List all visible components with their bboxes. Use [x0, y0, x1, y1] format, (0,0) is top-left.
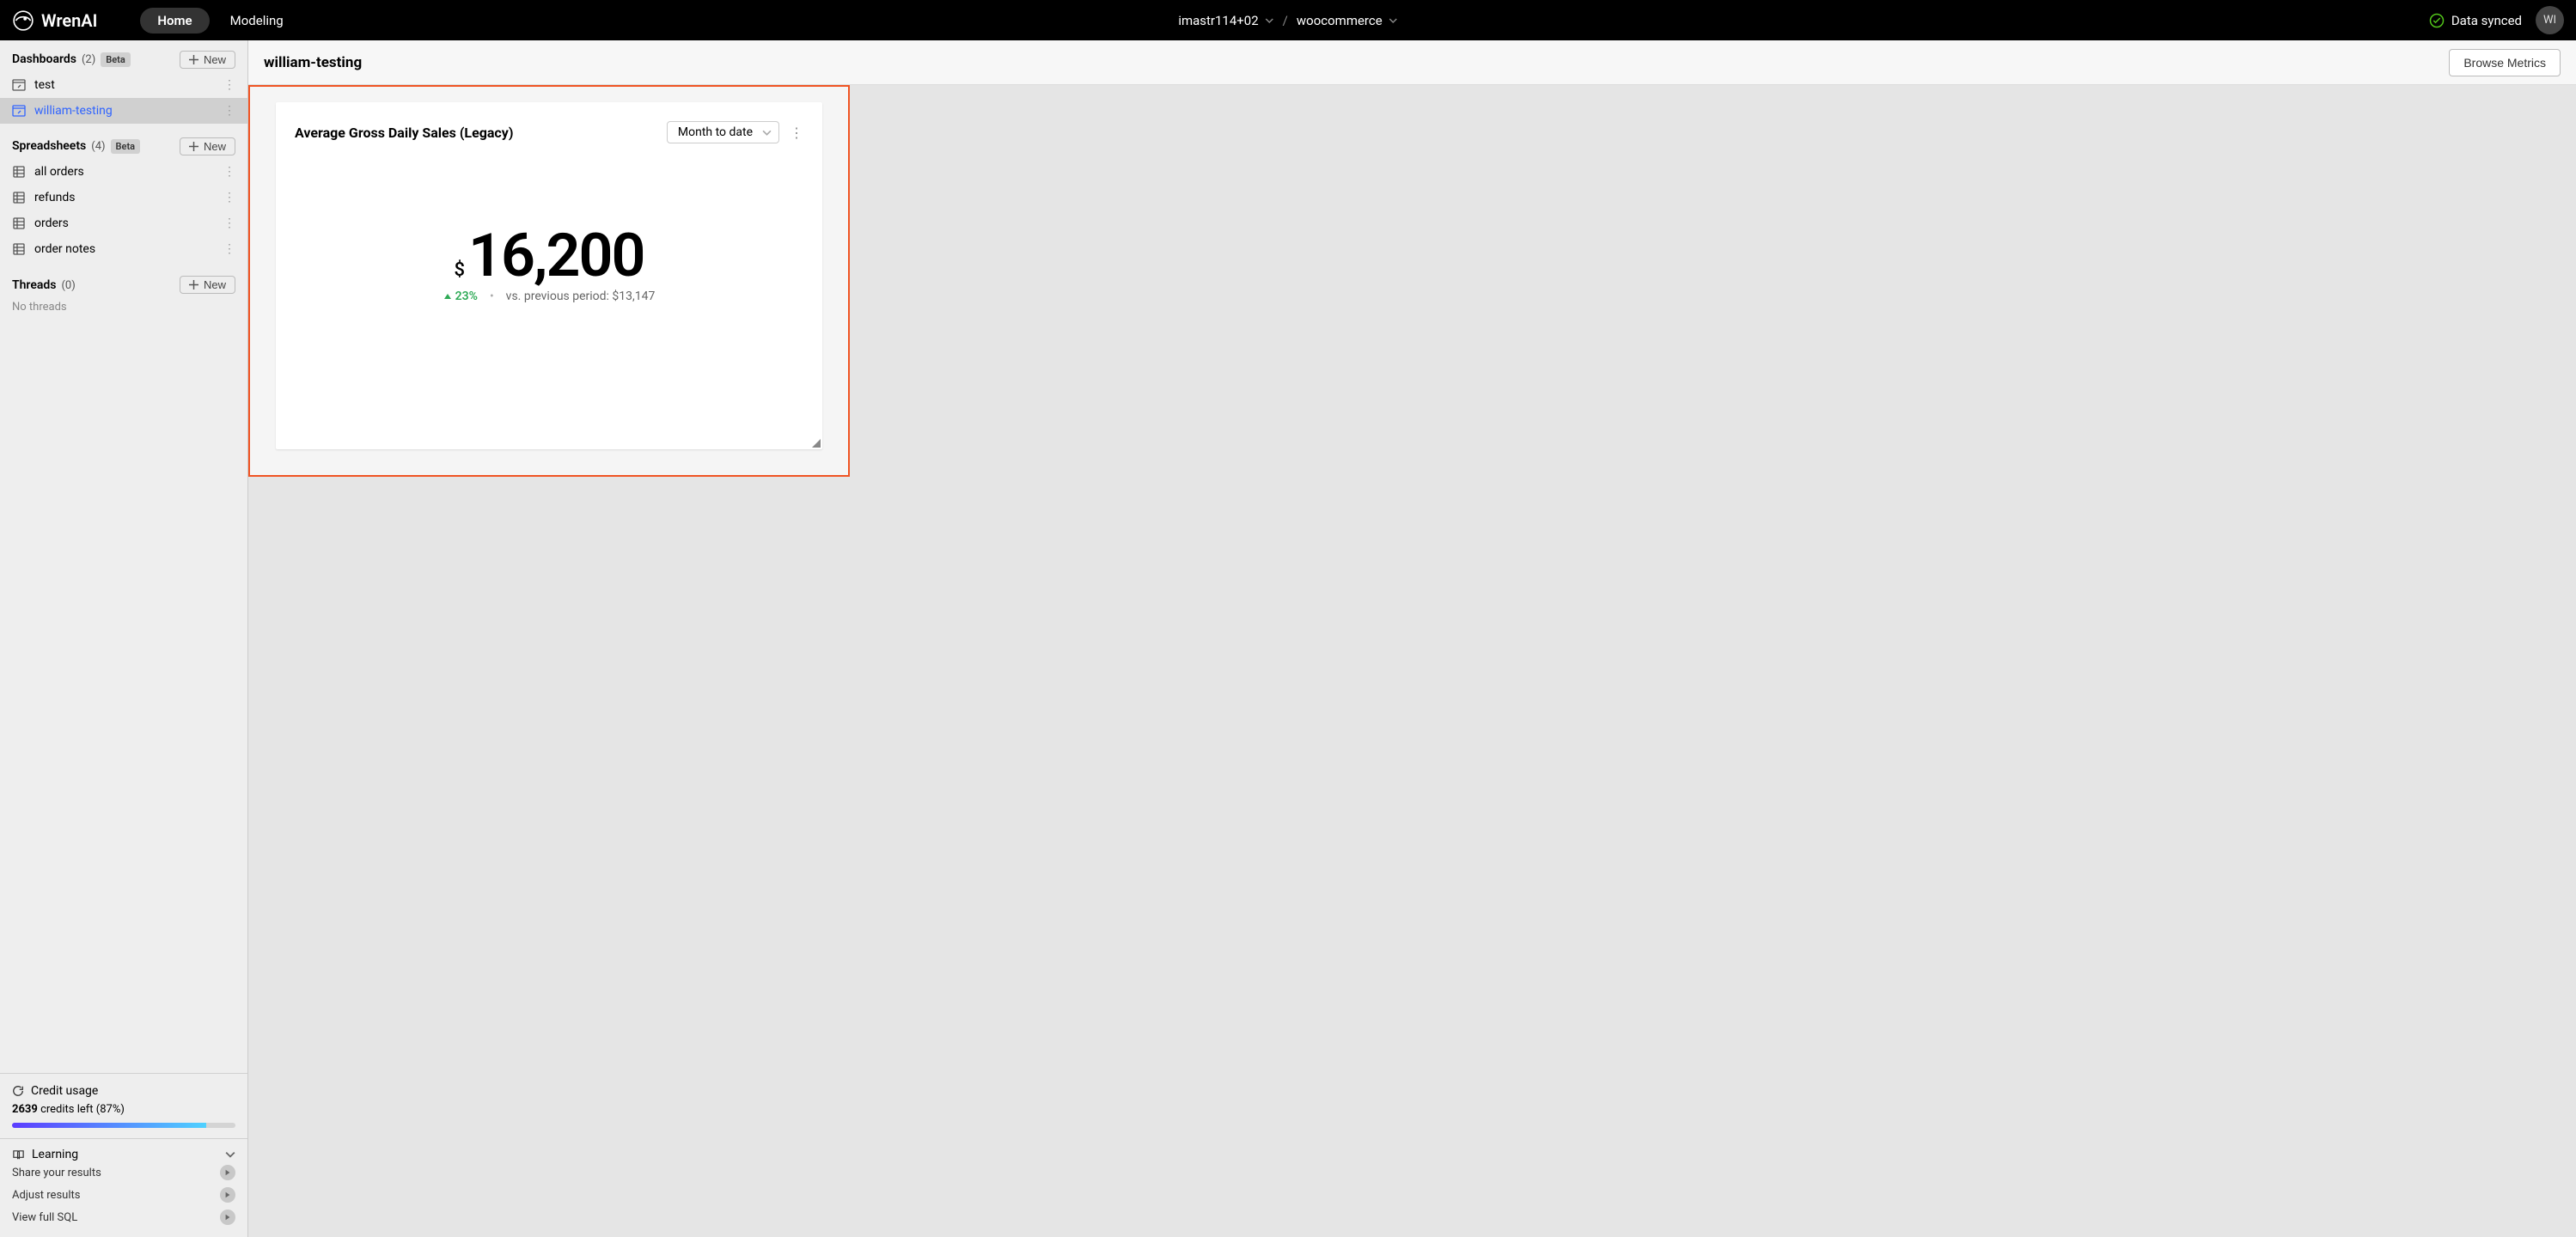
- dashboard-item[interactable]: test ⋮: [0, 72, 247, 98]
- new-dashboard-button[interactable]: New: [180, 51, 235, 69]
- project-breadcrumb: imastr114+02 / woocommerce: [1178, 13, 1397, 28]
- wren-logo-icon: [12, 9, 34, 32]
- more-icon[interactable]: ⋮: [223, 191, 235, 204]
- spreadsheet-icon: [12, 191, 26, 204]
- spreadsheet-icon: [12, 242, 26, 256]
- new-spreadsheet-button[interactable]: New: [180, 137, 235, 155]
- page-title: william-testing: [264, 54, 362, 71]
- spreadsheet-item[interactable]: orders ⋮: [0, 210, 247, 236]
- nav-modeling[interactable]: Modeling: [213, 8, 301, 34]
- crumb-user[interactable]: imastr114+02: [1178, 13, 1273, 28]
- date-range-dropdown[interactable]: Month to date: [667, 121, 779, 143]
- plus-icon: [189, 280, 198, 289]
- plus-icon: [189, 55, 198, 64]
- more-icon[interactable]: ⋮: [223, 165, 235, 179]
- more-icon[interactable]: ⋮: [223, 242, 235, 256]
- section-dashboards-title: Dashboards (2) Beta: [12, 52, 131, 67]
- credit-progress-bar: [12, 1123, 235, 1128]
- spreadsheet-icon: [12, 216, 26, 230]
- brand-name: WrenAI: [41, 10, 97, 31]
- play-icon: [220, 1210, 235, 1225]
- spreadsheet-item[interactable]: all orders ⋮: [0, 159, 247, 185]
- nav-home[interactable]: Home: [140, 8, 209, 34]
- chevron-down-icon: [1266, 16, 1274, 25]
- chevron-down-icon: [762, 128, 772, 137]
- book-icon: [12, 1149, 25, 1161]
- section-threads-title: Threads (0): [12, 278, 76, 292]
- spreadsheet-icon: [12, 165, 26, 179]
- widget-selection-frame[interactable]: Average Gross Daily Sales (Legacy) Month…: [248, 85, 850, 477]
- plus-icon: [189, 142, 198, 151]
- dashboard-icon: [12, 78, 26, 92]
- metric-previous: vs. previous period: $13,147: [506, 289, 656, 303]
- separator-dot: •: [490, 289, 494, 303]
- learning-toggle[interactable]: Learning: [12, 1148, 235, 1161]
- check-circle-icon: [2429, 13, 2445, 28]
- metric-delta: 23%: [443, 289, 478, 303]
- brand-logo[interactable]: WrenAI: [12, 9, 97, 32]
- credit-text: 2639 credits left (87%): [12, 1103, 235, 1116]
- browse-metrics-button[interactable]: Browse Metrics: [2449, 49, 2561, 76]
- metric-value: 16,200: [468, 221, 644, 291]
- chevron-down-icon: [1389, 16, 1398, 25]
- more-icon[interactable]: ⋮: [223, 78, 235, 92]
- more-icon[interactable]: ⋮: [223, 216, 235, 230]
- caret-up-icon: [443, 292, 452, 301]
- dashboard-icon: [12, 104, 26, 118]
- play-icon: [220, 1165, 235, 1180]
- credit-usage-block: Credit usage 2639 credits left (87%): [0, 1073, 247, 1138]
- crumb-project[interactable]: woocommerce: [1297, 13, 1398, 28]
- user-avatar[interactable]: WI: [2536, 6, 2564, 34]
- refresh-icon: [12, 1085, 24, 1097]
- app-header: WrenAI Home Modeling imastr114+02 / wooc…: [0, 0, 2576, 40]
- dashboard-item[interactable]: william-testing ⋮: [0, 98, 247, 124]
- page-header: william-testing Browse Metrics: [248, 40, 2576, 85]
- section-spreadsheets-title: Spreadsheets (4) Beta: [12, 139, 140, 154]
- sync-status: Data synced: [2429, 13, 2522, 28]
- new-thread-button[interactable]: New: [180, 276, 235, 294]
- spreadsheet-item[interactable]: order notes ⋮: [0, 236, 247, 262]
- card-title: Average Gross Daily Sales (Legacy): [295, 125, 513, 141]
- learning-item[interactable]: Share your results: [12, 1161, 235, 1184]
- credit-progress-fill: [12, 1123, 206, 1128]
- sidebar: Dashboards (2) Beta New test: [0, 40, 248, 1237]
- learning-section: Learning Share your results Adjust resul…: [0, 1138, 247, 1237]
- resize-handle[interactable]: [810, 437, 821, 448]
- metric-prefix: $: [455, 259, 466, 281]
- threads-empty: No threads: [12, 297, 235, 317]
- spreadsheet-item[interactable]: refunds ⋮: [0, 185, 247, 210]
- learning-item[interactable]: View full SQL: [12, 1206, 235, 1228]
- chevron-down-icon: [225, 1149, 235, 1160]
- play-icon: [220, 1187, 235, 1203]
- more-icon[interactable]: ⋮: [223, 104, 235, 118]
- metric-card: Average Gross Daily Sales (Legacy) Month…: [276, 102, 822, 449]
- crumb-separator: /: [1283, 13, 1288, 28]
- learning-item[interactable]: Adjust results: [12, 1184, 235, 1206]
- card-menu-icon[interactable]: ⋮: [790, 125, 803, 141]
